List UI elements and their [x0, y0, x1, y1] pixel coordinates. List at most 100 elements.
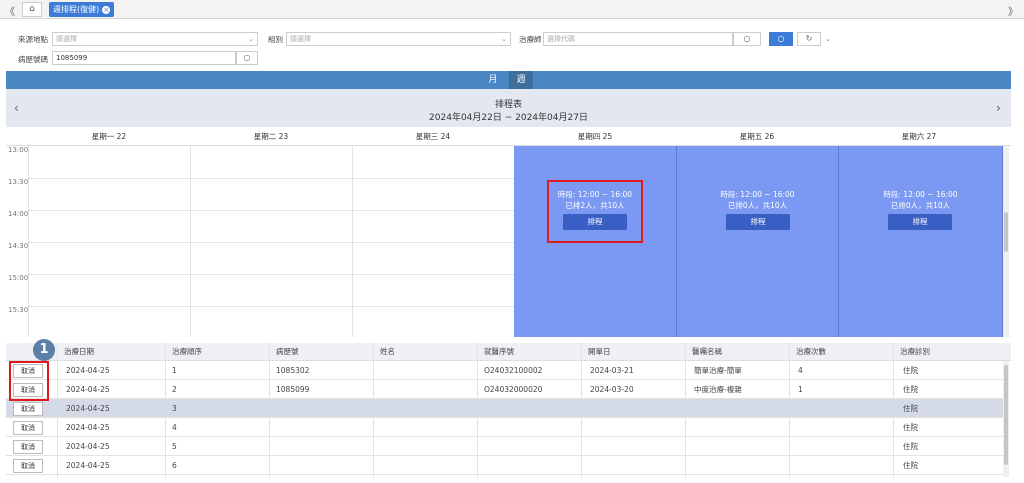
schedule-button[interactable]: 排程 — [726, 214, 790, 230]
table-row[interactable]: 取消 2024-04-25 2 1085099 O24032000020 202… — [6, 380, 1006, 399]
cell-type: 住院 — [903, 442, 918, 451]
column-header: 治療次數 — [796, 347, 826, 356]
cell-date: 2024-04-25 — [66, 404, 110, 413]
cell-type: 住院 — [903, 385, 918, 394]
table-row[interactable]: 取消 2024-04-25 1 1085302 O24032100002 202… — [6, 361, 1006, 380]
cell-date: 2024-04-25 — [66, 423, 110, 432]
time-label: 13:30 — [8, 178, 29, 186]
more-options-icon[interactable]: ⌄ — [825, 34, 831, 43]
grid-column-line — [28, 146, 29, 337]
table-scrollbar[interactable] — [1003, 361, 1009, 477]
cell-date: 2024-04-25 — [66, 385, 110, 394]
day-header: 星期五 26 — [739, 132, 775, 141]
chart-number-label: 病歷號碼 — [18, 55, 48, 64]
table-row[interactable]: 取消 2024-04-25 4 住院 — [6, 418, 1006, 437]
column-header: 醫囑名稱 — [692, 347, 722, 356]
chart-number-value: 1085099 — [56, 54, 88, 62]
cell-chart: 1085302 — [276, 366, 310, 375]
cell-order: 2 — [172, 385, 177, 394]
slot-saturday[interactable]: 時段: 12:00 ~ 16:00 已排0人，共10人 排程 — [839, 146, 1003, 337]
source-select[interactable]: 請選擇 ⌄ — [52, 32, 258, 46]
day-header: 星期六 27 — [901, 132, 937, 141]
slot-count: 已排0人，共10人 — [727, 201, 788, 210]
tab-bar: 《 ⌂ 週排程(復健) × 》 — [0, 0, 1024, 19]
tabs-next-icon[interactable]: 》 — [1008, 3, 1018, 18]
column-header: 病歷號 — [276, 347, 299, 356]
schedule-button[interactable]: 排程 — [888, 214, 952, 230]
slot-friday[interactable]: 時段: 12:00 ~ 16:00 已排0人，共10人 排程 — [677, 146, 839, 337]
cancel-button[interactable]: 取消 — [13, 440, 43, 454]
chevron-down-icon: ⌄ — [248, 35, 254, 43]
day-header: 星期四 25 — [577, 132, 613, 141]
home-icon[interactable]: ⌂ — [22, 2, 42, 17]
day-header-row: 星期一 22 星期二 23 星期三 24 星期四 25 星期五 26 星期六 2… — [6, 127, 1011, 146]
tabs-prev-icon[interactable]: 《 — [5, 3, 15, 18]
table-row[interactable]: 取消 2024-04-25 6 住院 — [6, 456, 1006, 475]
therapist-label: 治療師 — [519, 35, 542, 44]
view-toggle-bar: 月 週 — [6, 71, 1011, 89]
grid-column-line — [190, 146, 191, 337]
tab-weekly-schedule[interactable]: 週排程(復健) × — [49, 2, 115, 17]
calendar-title: 排程表 — [494, 100, 522, 110]
tab-label: 週排程(復健) — [53, 5, 100, 14]
close-icon[interactable]: × — [102, 5, 111, 14]
table-row[interactable]: 取消 2024-04-25 5 住院 — [6, 437, 1006, 456]
time-label: 13:00 — [8, 146, 29, 154]
time-label: 15:30 — [8, 306, 29, 314]
day-header: 星期二 23 — [253, 132, 289, 141]
group-placeholder: 請選擇 — [290, 35, 311, 43]
source-label: 來源地點 — [18, 35, 48, 44]
cell-date: 2024-04-25 — [66, 366, 110, 375]
column-header: 治療順序 — [172, 347, 202, 356]
cell-open-date: 2024-03-20 — [590, 385, 634, 394]
grid-column-line — [352, 146, 353, 337]
scrollbar-thumb[interactable] — [1004, 365, 1008, 465]
slot-period: 時段: 12:00 ~ 16:00 — [720, 190, 795, 199]
cell-type: 住院 — [903, 461, 918, 470]
slot-period: 時段: 12:00 ~ 16:00 — [883, 190, 958, 199]
cell-order: 5 — [172, 442, 177, 451]
scrollbar-thumb[interactable] — [1004, 212, 1008, 252]
cell-open-date: 2024-03-21 — [590, 366, 634, 375]
table-row[interactable]: 取消 2024-04-25 3 住院 — [6, 399, 1006, 418]
time-label: 14:00 — [8, 210, 29, 218]
therapist-placeholder: 選擇代碼 — [547, 35, 575, 43]
chart-search-icon[interactable]: ○ — [236, 51, 258, 65]
cell-order-name: 簡單治療-簡單 — [694, 366, 742, 375]
highlight-box — [9, 361, 49, 401]
cancel-button[interactable]: 取消 — [13, 459, 43, 473]
slot-count: 已排0人，共10人 — [890, 201, 951, 210]
calendar-scrollbar[interactable] — [1003, 146, 1009, 337]
day-header: 星期一 22 — [91, 132, 127, 141]
chart-number-input[interactable]: 1085099 — [52, 51, 236, 65]
column-header: 開單日 — [588, 347, 611, 356]
search-button[interactable]: ○ — [769, 32, 793, 46]
cell-order: 1 — [172, 366, 177, 375]
cancel-button[interactable]: 取消 — [13, 421, 43, 435]
view-month-button[interactable]: 月 — [481, 71, 505, 89]
cell-visit: O24032000020 — [484, 385, 543, 394]
cell-times: 4 — [798, 366, 803, 375]
cell-visit: O24032100002 — [484, 366, 543, 375]
cell-order-name: 中度治療-複雜 — [694, 385, 742, 394]
group-label: 組別 — [268, 35, 283, 44]
calendar-header: ‹ 排程表 2024年04月22日 ~ 2024年04月27日 › — [6, 89, 1011, 127]
view-week-button[interactable]: 週 — [509, 71, 533, 89]
cell-type: 住院 — [903, 366, 918, 375]
cell-chart: 1085099 — [276, 385, 310, 394]
column-header: 姓名 — [380, 347, 395, 356]
cell-type: 住院 — [903, 404, 918, 413]
cancel-button[interactable]: 取消 — [13, 402, 43, 416]
time-label: 15:00 — [8, 274, 29, 282]
therapist-input[interactable]: 選擇代碼 — [543, 32, 733, 46]
cell-order: 3 — [172, 404, 177, 413]
column-header: 治療日期 — [64, 347, 94, 356]
column-header: 就醫序號 — [484, 347, 514, 356]
cell-type: 住院 — [903, 423, 918, 432]
cell-order: 6 — [172, 461, 177, 470]
next-week-icon[interactable]: › — [996, 101, 1001, 115]
chevron-down-icon: ⌄ — [501, 35, 507, 43]
refresh-button[interactable]: ↻ — [797, 32, 821, 46]
group-select[interactable]: 請選擇 ⌄ — [286, 32, 511, 46]
therapist-search-icon[interactable]: ○ — [733, 32, 761, 46]
